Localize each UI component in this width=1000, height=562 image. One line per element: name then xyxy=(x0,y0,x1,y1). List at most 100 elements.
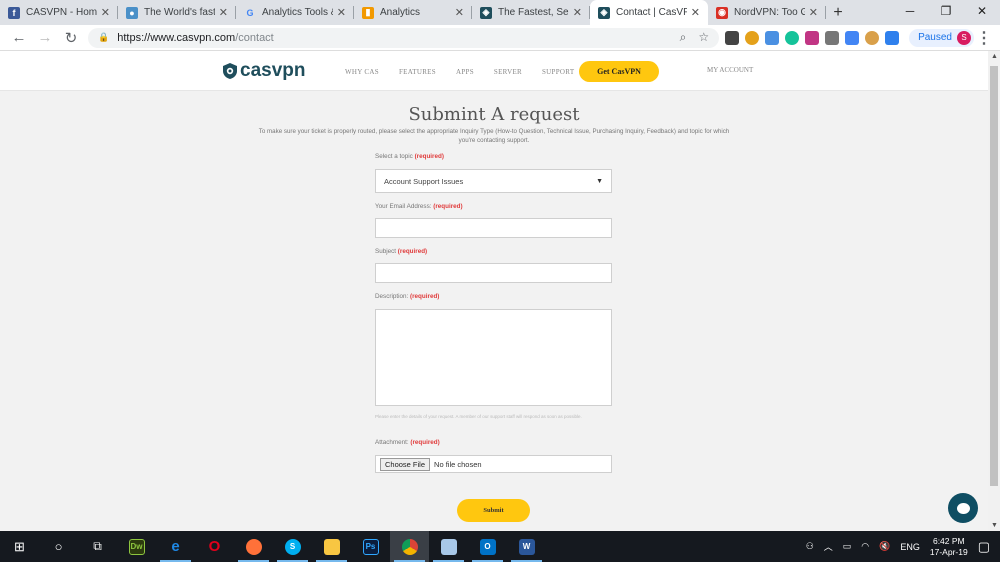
taskbar-outlook[interactable]: O xyxy=(468,531,507,562)
zoom-icon[interactable]: ⌕ xyxy=(680,30,687,45)
browser-tab[interactable]: G Analytics Tools & S ✕ xyxy=(236,0,354,25)
address-bar[interactable]: 🔒 https://www.casvpn.com/contact ⌕ ☆ xyxy=(88,27,720,48)
wifi-icon[interactable]: ◠ xyxy=(861,541,869,552)
browser-tab[interactable]: f CASVPN - Home | ✕ xyxy=(0,0,118,25)
email-label: Your Email Address: (required) xyxy=(375,203,463,210)
browser-tab[interactable]: ▮ Analytics ✕ xyxy=(354,0,472,25)
back-button[interactable]: ← xyxy=(6,29,32,46)
shield-icon xyxy=(223,63,237,79)
translate-icon[interactable] xyxy=(845,30,860,45)
description-textarea[interactable] xyxy=(375,309,612,406)
forward-button[interactable]: → xyxy=(32,29,58,46)
taskbar-skype[interactable]: S xyxy=(273,531,312,562)
google-icon: G xyxy=(246,7,254,18)
download-icon[interactable] xyxy=(885,30,900,45)
scroll-thumb[interactable] xyxy=(990,66,998,486)
taskbar-file-explorer[interactable] xyxy=(312,531,351,562)
volume-muted-icon[interactable]: 🔇 xyxy=(879,541,890,552)
browser-menu-icon[interactable]: ⋮ xyxy=(974,28,994,48)
tab-close-icon[interactable]: ✕ xyxy=(573,6,582,19)
people-icon[interactable]: ⚇ xyxy=(806,541,814,552)
nav-support[interactable]: SUPPORT xyxy=(542,68,574,76)
taskbar-notes[interactable] xyxy=(429,531,468,562)
start-button[interactable]: ⊞ xyxy=(0,531,39,562)
description-hint: Please enter the details of your request… xyxy=(375,414,582,419)
taskbar-edge[interactable]: e xyxy=(156,531,195,562)
opera-icon: O xyxy=(208,538,221,555)
tab-title: The Fastest, Secure xyxy=(498,7,569,18)
description-label: Description: (required) xyxy=(375,293,439,300)
taskbar-chrome[interactable] xyxy=(390,531,429,562)
task-view-button[interactable]: ⧉ xyxy=(78,531,117,562)
action-center-icon[interactable]: ▢ xyxy=(978,539,990,555)
nav-server[interactable]: SERVER xyxy=(494,68,522,76)
get-casvpn-button[interactable]: Get CasVPN xyxy=(579,61,659,82)
tab-close-icon[interactable]: ✕ xyxy=(455,6,464,19)
chat-bubble-icon xyxy=(956,502,970,514)
topic-select[interactable]: Account Support Issues ▼ xyxy=(375,169,612,193)
taskbar-dreamweaver[interactable]: Dw xyxy=(117,531,156,562)
extension-icon[interactable] xyxy=(725,30,740,45)
cortana-button[interactable]: ○ xyxy=(39,531,78,562)
browser-tab-bar: fCASVPN - Home |✕●The World's fastest✕GA… xyxy=(0,0,1000,25)
required-marker: (required) xyxy=(410,439,440,446)
dreamweaver-icon: Dw xyxy=(128,538,145,555)
tab-close-icon[interactable]: ✕ xyxy=(809,6,818,19)
my-account-link[interactable]: MY ACCOUNT xyxy=(707,66,753,74)
instagram-icon[interactable] xyxy=(805,30,820,45)
reload-button[interactable]: ↻ xyxy=(58,29,84,47)
profile-status: Paused xyxy=(918,32,952,43)
word-icon: W xyxy=(518,538,535,555)
clock[interactable]: 6:42 PM 17-Apr-19 xyxy=(930,536,968,558)
browser-tab[interactable]: ● The World's fastest ✕ xyxy=(118,0,236,25)
chat-widget-button[interactable] xyxy=(948,493,978,523)
email-field[interactable] xyxy=(375,218,612,238)
taskbar-opera[interactable]: O xyxy=(195,531,234,562)
subject-field[interactable] xyxy=(375,263,612,283)
required-marker: (required) xyxy=(433,203,463,210)
tab-close-icon[interactable]: ✕ xyxy=(691,6,700,19)
language-indicator[interactable]: ENG xyxy=(900,542,920,552)
tab-close-icon[interactable]: ✕ xyxy=(219,6,228,19)
bookmark-star-icon[interactable]: ☆ xyxy=(698,30,709,45)
close-window-button[interactable]: ✕ xyxy=(964,0,1000,22)
avatar: S xyxy=(957,30,971,45)
casvpn-shield-icon: ◈ xyxy=(598,6,610,19)
grammarly-icon[interactable] xyxy=(785,30,800,45)
browser-tab[interactable]: ◈ Contact | CasVPN ✕ xyxy=(590,0,708,25)
battery-icon[interactable]: ▭ xyxy=(843,541,852,552)
page-scrollbar[interactable]: ▲ ▼ xyxy=(988,51,1000,531)
tab-close-icon[interactable]: ✕ xyxy=(337,6,346,19)
site-header: casvpn WHY CAS FEATURES APPS SERVER SUPP… xyxy=(0,51,988,91)
minimize-button[interactable]: ─ xyxy=(892,0,928,22)
submit-button[interactable]: Submit xyxy=(457,499,530,522)
taskbar-word[interactable]: W xyxy=(507,531,546,562)
nav-apps[interactable]: APPS xyxy=(456,68,474,76)
label-text: Subject xyxy=(375,248,397,255)
choose-file-button[interactable]: Choose File xyxy=(380,457,431,471)
profile-button[interactable]: Paused S xyxy=(909,28,974,47)
extension-icon[interactable] xyxy=(765,30,780,45)
show-hidden-icons[interactable]: ︿ xyxy=(824,540,833,553)
intro-text: To make sure your ticket is properly rou… xyxy=(258,128,730,144)
taskbar-photoshop[interactable]: Ps xyxy=(351,531,390,562)
taskbar-firefox[interactable] xyxy=(234,531,273,562)
browser-tab[interactable]: ◈ The Fastest, Secure ✕ xyxy=(472,0,590,25)
extension-icon[interactable] xyxy=(745,30,760,45)
browser-tab[interactable]: ◉ NordVPN: Too Good ✕ xyxy=(708,0,826,25)
nav-why-cas[interactable]: WHY CAS xyxy=(345,68,379,76)
restore-button[interactable]: ❐ xyxy=(928,0,964,22)
extension-icon[interactable] xyxy=(825,30,840,45)
tab-close-icon[interactable]: ✕ xyxy=(101,6,110,19)
file-input: Choose File No file chosen xyxy=(375,455,612,473)
scroll-up-icon[interactable]: ▲ xyxy=(991,53,998,60)
tab-title: The World's fastest xyxy=(144,7,215,18)
casvpn-logo[interactable]: casvpn xyxy=(222,60,305,82)
nav-features[interactable]: FEATURES xyxy=(399,68,436,76)
new-tab-button[interactable]: + xyxy=(826,0,850,25)
chrome-icon xyxy=(401,538,418,555)
tab-title: Contact | CasVPN xyxy=(616,7,687,18)
cookie-icon[interactable] xyxy=(865,30,880,45)
label-text: Description: xyxy=(375,293,409,300)
scroll-down-icon[interactable]: ▼ xyxy=(991,522,998,529)
